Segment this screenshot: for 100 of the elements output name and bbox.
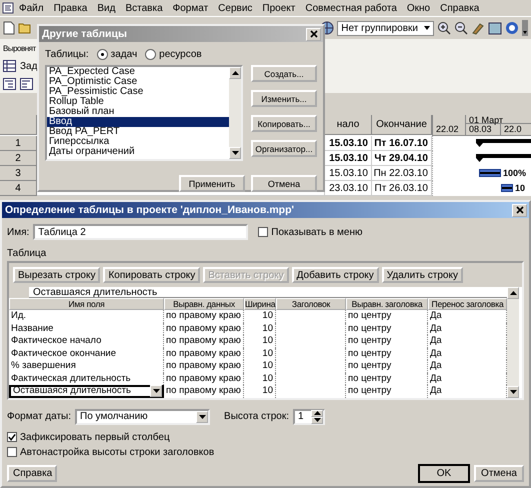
dialog-button[interactable]: Копировать... <box>251 115 317 132</box>
zoom-in-icon[interactable] <box>437 21 451 35</box>
checkmark-icon <box>8 432 16 442</box>
dropdown-arrow-button[interactable] <box>150 385 162 398</box>
dialog-button[interactable]: Организатор... <box>251 140 317 157</box>
row-button[interactable]: Добавить строку <box>292 267 379 283</box>
table-cell: Ид. <box>9 310 164 322</box>
show-in-menu-checkbox[interactable]: Показывать в меню <box>258 226 362 238</box>
row-number[interactable]: 1 <box>0 136 37 151</box>
folder-icon[interactable] <box>18 22 32 34</box>
row-button[interactable]: Копировать строку <box>103 267 200 283</box>
table-cell: по правому краю <box>164 322 244 335</box>
dropdown-arrow-button[interactable] <box>196 410 208 422</box>
table-cell: по правому краю <box>164 360 244 372</box>
row-button[interactable]: Вырезать строку <box>13 267 100 283</box>
column-header[interactable]: Выравн. заголовка <box>346 298 428 310</box>
toolbar-options-icon[interactable] <box>522 20 528 36</box>
list-item[interactable]: Гиперссылка <box>47 137 229 147</box>
dialog-button[interactable]: Создать... <box>251 65 317 82</box>
menu-item[interactable]: Файл <box>14 2 49 14</box>
table-cell: по центру <box>346 385 428 398</box>
column-header[interactable]: Имя поля <box>9 298 164 310</box>
menu-item[interactable]: Правка <box>48 2 92 14</box>
cancel-button[interactable]: Отмена <box>474 464 524 482</box>
table-cell: по центру <box>346 335 428 348</box>
menu-item[interactable]: Совместная работа <box>300 2 402 14</box>
toolbar-label[interactable]: Выровнят <box>3 44 36 52</box>
radio-option[interactable]: задач <box>96 49 138 60</box>
outdent-icon[interactable] <box>20 78 33 90</box>
radio-option[interactable]: ресурсов <box>145 49 202 60</box>
menu-item[interactable]: Формат <box>168 2 214 14</box>
checkbox[interactable]: Автонастройка высоты строки заголовков <box>7 446 524 458</box>
table-cell: Да <box>428 360 507 372</box>
name-field[interactable]: Таблица 2 <box>33 224 248 240</box>
help-icon[interactable] <box>505 21 519 35</box>
bar-label: 100% <box>503 168 526 178</box>
list-item[interactable]: PA_Optimistic Case <box>47 77 229 87</box>
table-cell: 10 <box>244 310 276 322</box>
menu-item[interactable]: Окно <box>402 2 436 14</box>
column-header[interactable]: Заголовок <box>276 298 346 310</box>
scroll-down-button[interactable] <box>507 386 519 398</box>
menu-item[interactable]: Справка <box>435 2 484 14</box>
checkbox[interactable]: Зафиксировать первый столбец <box>7 432 524 442</box>
list-item[interactable]: PA_Pessimistic Case <box>47 87 229 97</box>
bar-label: 10 <box>515 183 526 193</box>
table-cell: Да <box>428 310 507 322</box>
dialog-title: Другие таблицы <box>42 28 128 40</box>
row-number[interactable]: 4 <box>0 181 37 196</box>
menu-item[interactable]: Вставка <box>120 2 168 14</box>
scroll-up-button[interactable] <box>507 287 519 299</box>
ok-button[interactable]: OK <box>419 464 469 482</box>
close-button[interactable] <box>512 204 527 216</box>
down-arrow-icon <box>198 414 206 418</box>
view-label[interactable]: Зад <box>20 60 38 72</box>
zoom-out-icon[interactable] <box>454 21 468 35</box>
row-button[interactable]: Удалить строку <box>382 267 463 283</box>
table-label: Таблица <box>7 248 48 259</box>
list-item[interactable]: Даты ограничений <box>47 147 229 157</box>
list-item[interactable]: Ввод <box>47 117 229 127</box>
list-item[interactable]: Базовый план <box>47 107 229 117</box>
field-dropdown[interactable]: Оставшаяся длительность <box>9 385 164 398</box>
timescale-label: 22.02 <box>432 124 465 135</box>
menu-item[interactable]: Сервис <box>213 2 258 14</box>
column-header[interactable]: Перенос заголовка <box>428 298 507 310</box>
row-height-spinner[interactable]: 1 <box>293 408 326 424</box>
new-document-icon[interactable] <box>3 21 15 35</box>
table-icon[interactable] <box>3 60 16 72</box>
column-header[interactable]: нало <box>325 115 372 135</box>
column-header[interactable]: Выравн. данных <box>164 298 244 310</box>
dialog-button[interactable]: Применить <box>179 175 245 192</box>
row-number[interactable]: 2 <box>0 151 37 166</box>
list-item[interactable]: PA_Expected Case <box>47 67 229 77</box>
app-icon[interactable] <box>2 2 14 14</box>
table-cell: Да <box>428 348 507 360</box>
indent-icon[interactable] <box>3 78 16 90</box>
dialog-button[interactable]: Изменить... <box>251 90 317 107</box>
column-header[interactable]: Ширина <box>244 298 276 310</box>
list-item[interactable]: Rollup Table <box>47 97 229 107</box>
list-item[interactable]: Ввод PA_PERT <box>47 127 229 137</box>
grouping-dropdown[interactable]: Нет группировки <box>337 20 434 36</box>
row-number[interactable]: 3 <box>0 166 37 181</box>
menu-item[interactable]: Вид <box>92 2 120 14</box>
scroll-up-button[interactable] <box>229 67 241 79</box>
menu-item[interactable]: Проект <box>257 2 300 14</box>
column-header[interactable]: Окончание <box>372 115 432 135</box>
down-arrow-icon <box>232 151 238 155</box>
table-cell: по правому краю <box>164 372 244 385</box>
down-arrow-icon <box>510 390 516 394</box>
window-icon[interactable] <box>488 22 502 34</box>
tables-list[interactable]: PA_Expected Case PA_Optimistic Case PA_Pessimistic Case Rollup Table Базовый план Ввод Ввод PA_PERT Гиперссылка Даты ограничений <box>45 65 243 161</box>
help-button[interactable]: Справка <box>7 464 57 482</box>
scrollbar[interactable] <box>229 67 241 159</box>
up-arrow-icon <box>510 291 516 295</box>
dialog-button[interactable]: Отмена <box>251 175 317 192</box>
row-height-label: Высота строк: <box>224 411 290 422</box>
scrollbar[interactable] <box>507 287 519 398</box>
brush-icon[interactable] <box>471 21 485 35</box>
table-cell: Чт 29.04.10 <box>372 151 432 166</box>
date-format-dropdown[interactable]: По умолчанию <box>75 408 210 424</box>
scroll-down-button[interactable] <box>229 147 241 159</box>
